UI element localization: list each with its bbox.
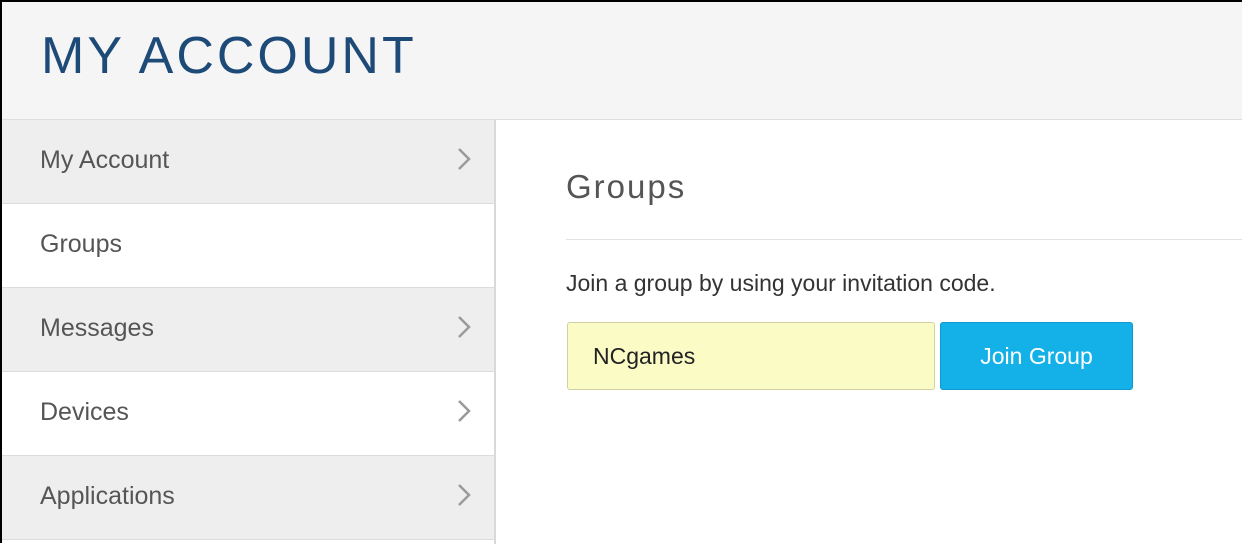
page-title: MY ACCOUNT bbox=[41, 27, 417, 85]
chevron-right-icon bbox=[458, 484, 471, 506]
sidebar-item-label: Groups bbox=[40, 230, 122, 258]
sidebar-item-devices[interactable]: Devices bbox=[2, 372, 494, 456]
chevron-right-icon bbox=[458, 316, 471, 338]
sidebar-item-label: My Account bbox=[40, 146, 170, 174]
sidebar-item-label: Applications bbox=[40, 482, 175, 510]
sidebar: My Account Groups Messages Devices Appli… bbox=[2, 120, 496, 544]
sidebar-item-label: Messages bbox=[40, 314, 154, 342]
section-title: Groups bbox=[566, 168, 687, 205]
page-header: MY ACCOUNT bbox=[2, 2, 1242, 120]
sidebar-item-applications[interactable]: Applications bbox=[2, 456, 494, 540]
divider bbox=[566, 239, 1242, 240]
sidebar-item-groups[interactable]: Groups bbox=[2, 204, 494, 288]
sidebar-item-label: Devices bbox=[40, 398, 129, 426]
sidebar-item-messages[interactable]: Messages bbox=[2, 288, 494, 372]
sidebar-item-my-account[interactable]: My Account bbox=[2, 120, 494, 204]
chevron-right-icon bbox=[458, 148, 471, 170]
join-group-button[interactable]: Join Group bbox=[940, 322, 1133, 390]
invitation-code-input[interactable] bbox=[567, 322, 935, 390]
join-group-description: Join a group by using your invitation co… bbox=[566, 270, 996, 296]
main-content: Groups Join a group by using your invita… bbox=[496, 120, 1242, 544]
chevron-right-icon bbox=[458, 400, 471, 422]
